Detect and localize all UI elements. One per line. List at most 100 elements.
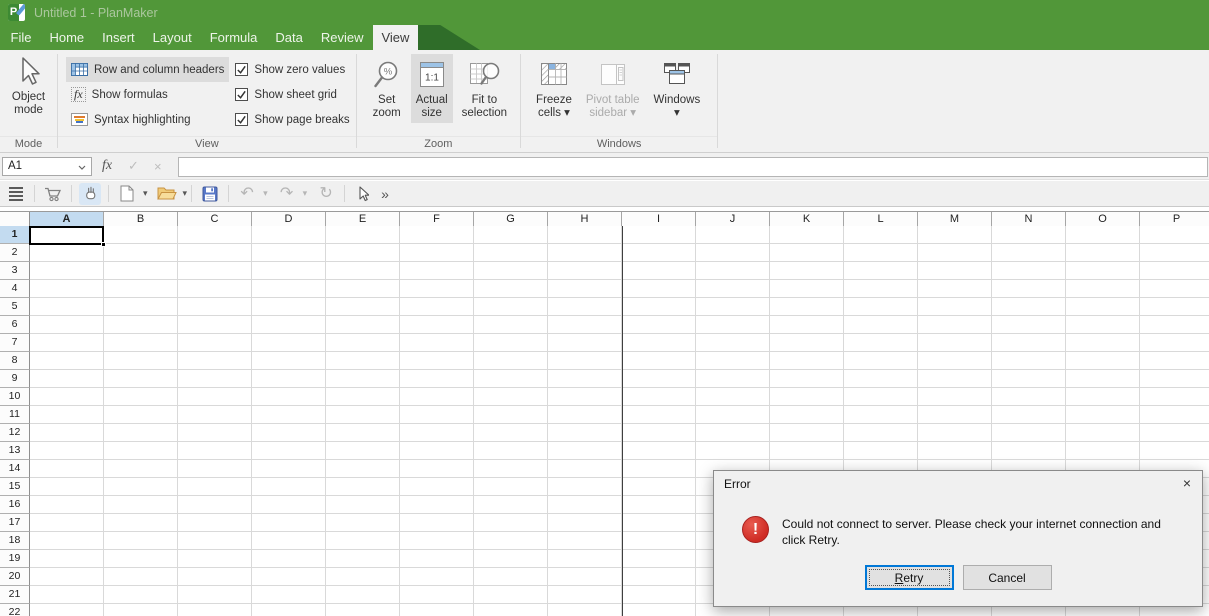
cell-A18[interactable]	[30, 532, 104, 550]
cell-N13[interactable]	[992, 442, 1066, 460]
shop-cart-icon[interactable]	[42, 183, 64, 205]
cell-J3[interactable]	[696, 262, 770, 280]
row-header-22[interactable]: 22	[0, 604, 30, 616]
column-header-N[interactable]: N	[992, 212, 1066, 227]
cell-P11[interactable]	[1140, 406, 1209, 424]
cell-B4[interactable]	[104, 280, 178, 298]
cell-F6[interactable]	[400, 316, 474, 334]
save-icon[interactable]	[199, 183, 221, 205]
cell-N12[interactable]	[992, 424, 1066, 442]
cell-E17[interactable]	[326, 514, 400, 532]
column-header-P[interactable]: P	[1140, 212, 1209, 227]
cell-G6[interactable]	[474, 316, 548, 334]
cell-H7[interactable]	[548, 334, 622, 352]
cell-M10[interactable]	[918, 388, 992, 406]
show-sheet-grid-checkbox[interactable]: Show sheet grid	[235, 82, 349, 107]
row-header-11[interactable]: 11	[0, 406, 30, 424]
tab-data[interactable]: Data	[267, 25, 311, 50]
cell-F20[interactable]	[400, 568, 474, 586]
pivot-table-sidebar-button[interactable]: Pivot table sidebar ▾	[581, 54, 645, 123]
tab-layout[interactable]: Layout	[144, 25, 200, 50]
row-header-14[interactable]: 14	[0, 460, 30, 478]
cell-K12[interactable]	[770, 424, 844, 442]
cell-D16[interactable]	[252, 496, 326, 514]
cell-K8[interactable]	[770, 352, 844, 370]
cancel-entry-icon[interactable]: ×	[154, 159, 162, 174]
cell-C6[interactable]	[178, 316, 252, 334]
cell-D19[interactable]	[252, 550, 326, 568]
cell-A9[interactable]	[30, 370, 104, 388]
cell-P5[interactable]	[1140, 298, 1209, 316]
cell-K6[interactable]	[770, 316, 844, 334]
cell-N8[interactable]	[992, 352, 1066, 370]
cell-C2[interactable]	[178, 244, 252, 262]
cell-B13[interactable]	[104, 442, 178, 460]
set-zoom-button[interactable]: % Set zoom	[367, 54, 407, 123]
cell-E10[interactable]	[326, 388, 400, 406]
cell-A11[interactable]	[30, 406, 104, 424]
cell-L5[interactable]	[844, 298, 918, 316]
cell-B8[interactable]	[104, 352, 178, 370]
cell-J4[interactable]	[696, 280, 770, 298]
cell-L7[interactable]	[844, 334, 918, 352]
cell-G13[interactable]	[474, 442, 548, 460]
row-header-3[interactable]: 3	[0, 262, 30, 280]
cell-E7[interactable]	[326, 334, 400, 352]
cell-O12[interactable]	[1066, 424, 1140, 442]
cell-N9[interactable]	[992, 370, 1066, 388]
cell-M12[interactable]	[918, 424, 992, 442]
cell-D18[interactable]	[252, 532, 326, 550]
cell-B16[interactable]	[104, 496, 178, 514]
column-header-O[interactable]: O	[1066, 212, 1140, 227]
row-header-18[interactable]: 18	[0, 532, 30, 550]
cell-F11[interactable]	[400, 406, 474, 424]
cell-B21[interactable]	[104, 586, 178, 604]
cell-L2[interactable]	[844, 244, 918, 262]
cell-E3[interactable]	[326, 262, 400, 280]
column-header-L[interactable]: L	[844, 212, 918, 227]
cell-B15[interactable]	[104, 478, 178, 496]
cell-C17[interactable]	[178, 514, 252, 532]
cell-H4[interactable]	[548, 280, 622, 298]
cell-A3[interactable]	[30, 262, 104, 280]
cell-P13[interactable]	[1140, 442, 1209, 460]
select-cursor-icon[interactable]	[352, 183, 374, 205]
row-header-20[interactable]: 20	[0, 568, 30, 586]
cell-D14[interactable]	[252, 460, 326, 478]
cell-G22[interactable]	[474, 604, 548, 616]
column-header-G[interactable]: G	[474, 212, 548, 227]
cell-I16[interactable]	[622, 496, 696, 514]
cell-I11[interactable]	[622, 406, 696, 424]
column-header-F[interactable]: F	[400, 212, 474, 227]
cell-E6[interactable]	[326, 316, 400, 334]
cell-I9[interactable]	[622, 370, 696, 388]
cell-D2[interactable]	[252, 244, 326, 262]
row-header-19[interactable]: 19	[0, 550, 30, 568]
cell-L6[interactable]	[844, 316, 918, 334]
cell-B5[interactable]	[104, 298, 178, 316]
object-mode-button[interactable]: Object mode	[7, 54, 50, 120]
cell-E12[interactable]	[326, 424, 400, 442]
cell-E4[interactable]	[326, 280, 400, 298]
cell-G19[interactable]	[474, 550, 548, 568]
cell-G12[interactable]	[474, 424, 548, 442]
cell-G7[interactable]	[474, 334, 548, 352]
cell-I8[interactable]	[622, 352, 696, 370]
cell-K4[interactable]	[770, 280, 844, 298]
cell-A17[interactable]	[30, 514, 104, 532]
cell-D3[interactable]	[252, 262, 326, 280]
cell-N10[interactable]	[992, 388, 1066, 406]
cell-D6[interactable]	[252, 316, 326, 334]
cell-L8[interactable]	[844, 352, 918, 370]
cell-M4[interactable]	[918, 280, 992, 298]
cell-L10[interactable]	[844, 388, 918, 406]
cell-B2[interactable]	[104, 244, 178, 262]
cell-A15[interactable]	[30, 478, 104, 496]
cell-H2[interactable]	[548, 244, 622, 262]
fit-to-selection-button[interactable]: Fit to selection	[457, 54, 512, 123]
cell-J11[interactable]	[696, 406, 770, 424]
cell-O8[interactable]	[1066, 352, 1140, 370]
retry-button[interactable]: Retry	[865, 565, 954, 590]
cell-M9[interactable]	[918, 370, 992, 388]
cell-E9[interactable]	[326, 370, 400, 388]
